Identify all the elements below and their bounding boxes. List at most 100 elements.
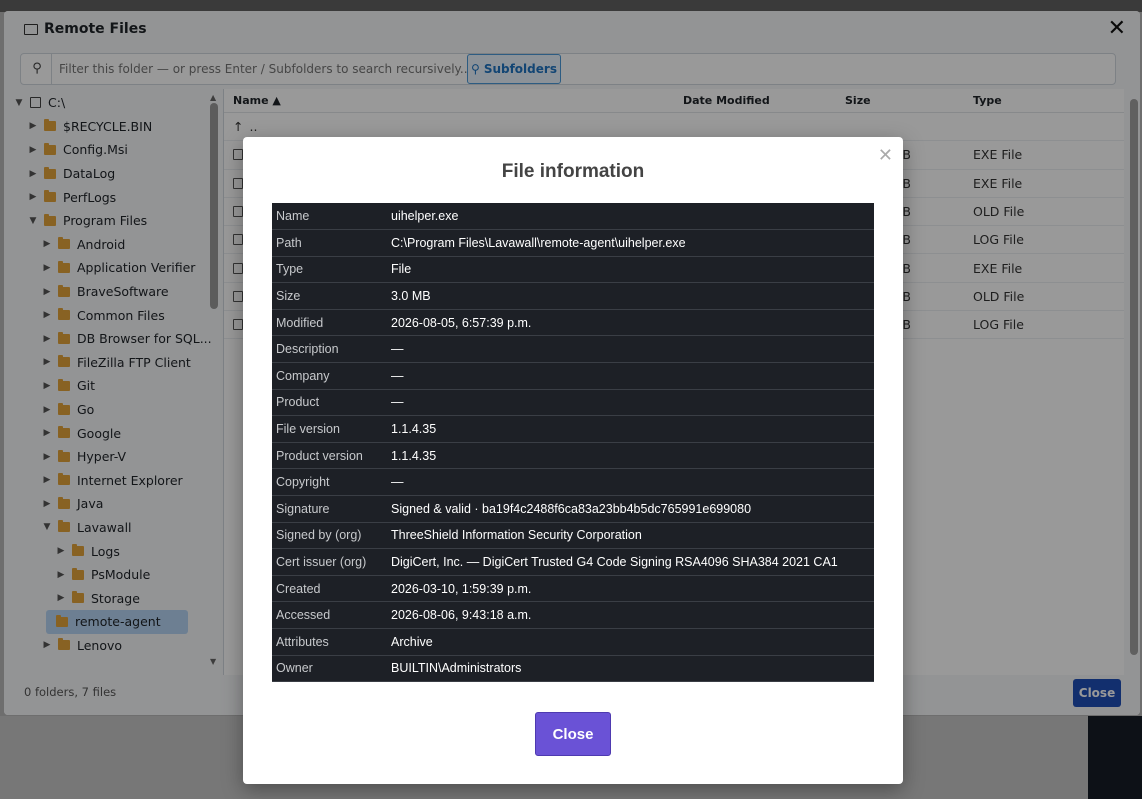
tree-item[interactable]: ▶ Logs: [10, 539, 222, 563]
chevron-right-icon[interactable]: ▶: [28, 121, 38, 131]
column-date[interactable]: Date Modified: [683, 94, 845, 107]
tree-item-label: Git: [77, 378, 96, 394]
info-value: —: [391, 389, 874, 417]
info-key: Size: [272, 282, 391, 310]
chevron-down-icon[interactable]: ▼: [14, 98, 24, 108]
chevron-right-icon[interactable]: ▶: [56, 546, 66, 556]
tree-item[interactable]: ▶ DB Browser for SQL...: [10, 327, 222, 351]
chevron-right-icon[interactable]: ▶: [42, 640, 52, 650]
tree-item[interactable]: ▶ PerfLogs: [10, 185, 222, 209]
tree-item-label: DB Browser for SQL...: [77, 331, 212, 347]
folder-tree: ▼ C:\ ▶ $RECYCLE.BIN ▶ Config.Msi ▶ DataLog ▶ P…: [10, 91, 222, 673]
chevron-right-icon[interactable]: ▶: [56, 570, 66, 580]
tree-scroll-down-icon[interactable]: ▼: [210, 657, 216, 666]
chevron-right-icon[interactable]: ▶: [42, 310, 52, 320]
info-row: Owner BUILTIN\Administrators: [272, 655, 874, 683]
tree-item[interactable]: ▶ Google: [10, 421, 222, 445]
window-close-icon[interactable]: ✕: [1108, 17, 1126, 41]
chevron-right-icon[interactable]: ▶: [28, 192, 38, 202]
tree-item-label: PerfLogs: [63, 189, 117, 205]
tree-item[interactable]: ▶ Storage: [10, 586, 222, 610]
background-app-panel: [1088, 716, 1142, 799]
tree-item-label: Go: [77, 402, 95, 418]
info-row: Size 3.0 MB: [272, 282, 874, 310]
folder-icon: [44, 142, 56, 155]
info-key: Copyright: [272, 468, 391, 497]
tree-item-label: Program Files: [63, 213, 148, 229]
modal-title: File information: [501, 161, 645, 182]
tree-scrollbar[interactable]: [210, 103, 218, 309]
tree-item[interactable]: ▼ Program Files: [10, 209, 222, 233]
chevron-right-icon[interactable]: ▶: [42, 452, 52, 462]
chevron-right-icon[interactable]: ▶: [42, 357, 52, 367]
tree-item[interactable]: ▶ Lenovo: [10, 634, 222, 658]
arrow-up-icon: ↑: [233, 119, 244, 135]
info-key: Attributes: [272, 628, 391, 656]
tree-item[interactable]: ▼ Lavawall: [10, 516, 222, 540]
chevron-right-icon[interactable]: ▶: [28, 169, 38, 179]
info-row: Modified 2026-08-05, 6:57:39 p.m.: [272, 309, 874, 337]
chevron-right-icon[interactable]: ▶: [42, 475, 52, 485]
modal-close-button[interactable]: Close: [535, 712, 611, 756]
tree-item-label: Config.Msi: [63, 142, 128, 158]
column-type[interactable]: Type: [971, 94, 1121, 107]
folder-icon: [58, 260, 70, 273]
tree-item-label: Google: [77, 425, 122, 441]
tree-item-root[interactable]: ▼ C:\: [10, 91, 222, 115]
tree-item[interactable]: ▶ FileZilla FTP Client: [10, 351, 222, 375]
tree-item[interactable]: remote-agent: [46, 610, 188, 634]
tree-scroll-up-icon[interactable]: ▲: [210, 93, 216, 102]
tree-item[interactable]: ▶ $RECYCLE.BIN: [10, 115, 222, 139]
tree-item[interactable]: ▶ Android: [10, 233, 222, 257]
chevron-right-icon[interactable]: ▶: [42, 287, 52, 297]
chevron-right-icon[interactable]: ▶: [42, 334, 52, 344]
tree-item[interactable]: ▶ DataLog: [10, 162, 222, 186]
folder-icon: [72, 544, 84, 557]
search-divider: [51, 54, 52, 84]
chevron-right-icon[interactable]: ▶: [42, 499, 52, 509]
tree-item-label: BraveSoftware: [77, 284, 169, 300]
window-close-button[interactable]: Close: [1073, 679, 1121, 707]
tree-item[interactable]: ▶ Hyper-V: [10, 445, 222, 469]
tree-item[interactable]: ▶ PsModule: [10, 563, 222, 587]
chevron-right-icon[interactable]: ▶: [42, 263, 52, 273]
info-key: Product: [272, 389, 391, 417]
chevron-down-icon[interactable]: ▼: [42, 522, 52, 532]
file-list-scrollbar[interactable]: [1130, 99, 1138, 655]
chevron-down-icon[interactable]: ▼: [28, 216, 38, 226]
tree-item[interactable]: ▶ Java: [10, 492, 222, 516]
tree-item[interactable]: ▶ Common Files: [10, 303, 222, 327]
row-type: EXE File: [973, 175, 1023, 191]
window-title: Remote Files: [24, 21, 147, 37]
info-value: File: [391, 256, 874, 284]
tree-item[interactable]: ▶ Application Verifier: [10, 256, 222, 280]
chevron-right-icon[interactable]: ▶: [42, 405, 52, 415]
info-key: Created: [272, 575, 391, 603]
column-name[interactable]: Name ▲: [224, 94, 683, 107]
chevron-right-icon[interactable]: ▶: [42, 239, 52, 249]
filter-input[interactable]: [59, 54, 469, 84]
chevron-right-icon[interactable]: ▶: [42, 381, 52, 391]
tree-item-label: Android: [77, 236, 126, 252]
chevron-right-icon[interactable]: ▶: [42, 428, 52, 438]
info-key: Signature: [272, 495, 391, 523]
tree-item[interactable]: ▶ Go: [10, 398, 222, 422]
tree-item[interactable]: ▶ Git: [10, 374, 222, 398]
info-row: Product —: [272, 389, 874, 417]
info-row: Path C:\Program Files\Lavawall\remote-age…: [272, 229, 874, 257]
chevron-right-icon[interactable]: ▶: [56, 593, 66, 603]
column-size[interactable]: Size: [845, 94, 971, 107]
file-list-header: Name ▲ Date Modified Size Type: [224, 89, 1124, 113]
tree-item[interactable]: ▶ Config.Msi: [10, 138, 222, 162]
chevron-right-icon[interactable]: ▶: [28, 145, 38, 155]
info-key: Company: [272, 362, 391, 390]
info-value: 2026-08-06, 9:43:18 a.m.: [391, 601, 874, 629]
folder-icon: [58, 331, 70, 344]
info-row: File version 1.1.4.35: [272, 415, 874, 443]
tree-item[interactable]: ▶ Internet Explorer: [10, 469, 222, 493]
tree-item[interactable]: ▶ BraveSoftware: [10, 280, 222, 304]
tree-item-label: FileZilla FTP Client: [77, 354, 191, 370]
info-row: Attributes Archive: [272, 628, 874, 656]
subfolders-button[interactable]: ⚲ Subfolders: [467, 54, 561, 84]
info-row: Created 2026-03-10, 1:59:39 p.m.: [272, 575, 874, 603]
